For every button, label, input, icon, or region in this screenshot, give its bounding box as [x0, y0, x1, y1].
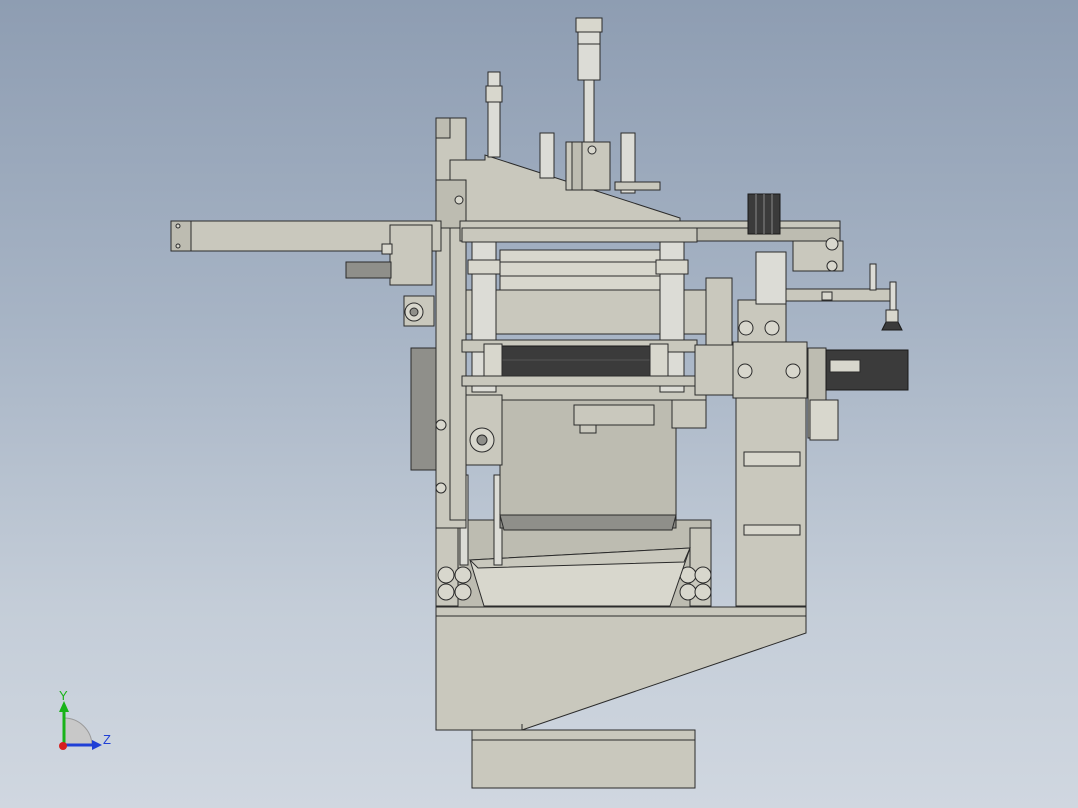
z-axis-arrowhead	[92, 740, 102, 750]
machine-assembly-drawing: Y Z	[59, 17, 909, 789]
triad-plane	[63, 717, 93, 746]
x-axis-dot	[59, 742, 67, 750]
dark-roller	[461, 343, 698, 387]
z-axis-label: Z	[103, 732, 111, 747]
main-housing	[435, 379, 707, 531]
y-axis-label: Y	[59, 688, 68, 703]
upper-frame	[435, 154, 681, 229]
cad-viewport[interactable]: Y Z	[0, 0, 1078, 808]
gripper-arm	[785, 263, 903, 331]
coordinate-triad: Y Z	[59, 688, 111, 750]
machine-base	[435, 606, 807, 789]
